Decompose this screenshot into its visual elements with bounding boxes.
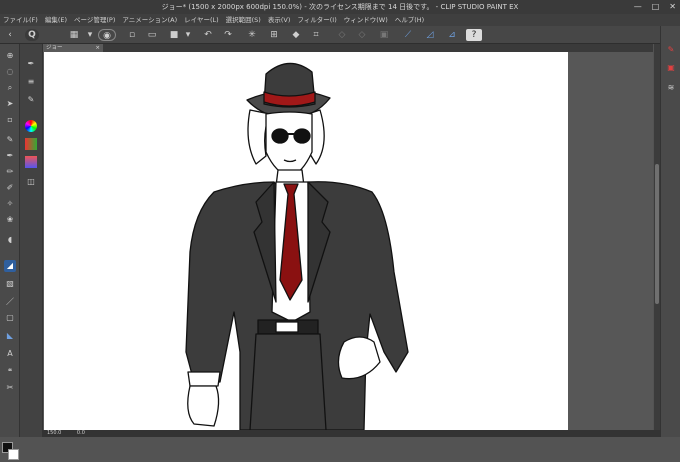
fill-bucket-icon[interactable]: ◢: [4, 260, 16, 272]
spinner-icon[interactable]: ✳: [246, 29, 258, 41]
left-hand: [187, 385, 220, 427]
eyedropper-icon[interactable]: ✎: [4, 134, 16, 146]
tool-palette: ⊕ ◌ ⌕ ➤ ▫ ✎ ✒ ✏ ✐ ✧ ❀ ◖ ◢ ▧ ／ ▢ ◣ A ❝ ✂: [0, 44, 20, 460]
status-bar: 150.0 0.0: [43, 430, 660, 437]
layers-icon[interactable]: ≋: [665, 82, 677, 94]
color-set-icon[interactable]: [25, 156, 37, 168]
brush-size-icon[interactable]: ✎: [665, 44, 677, 56]
disabled-tool-icon: ◇: [338, 30, 346, 40]
move-icon[interactable]: ➤: [4, 98, 16, 110]
close-button[interactable]: ✕: [669, 0, 676, 14]
artwork: [185, 62, 409, 430]
pen-icon[interactable]: ✒: [4, 150, 16, 162]
airbrush-icon[interactable]: ✧: [4, 198, 16, 210]
magnifier-icon[interactable]: ⌕: [4, 82, 16, 94]
balloon-icon[interactable]: ❝: [4, 366, 16, 378]
select-rect-icon[interactable]: ▫: [4, 114, 16, 126]
belt-buckle: [275, 321, 299, 333]
menu-filter[interactable]: フィルター(I): [297, 14, 336, 26]
pen-nib-icon[interactable]: ✒: [25, 58, 37, 70]
menu-window[interactable]: ウィンドウ(W): [344, 14, 388, 26]
brush-icon[interactable]: ✐: [4, 182, 16, 194]
left-cuff: [187, 371, 221, 387]
lens-right: [293, 128, 311, 144]
chevron-left-icon[interactable]: ‹: [4, 29, 16, 41]
figure-icon[interactable]: ／: [4, 296, 16, 308]
window-title: ジョー* (1500 x 2000px 600dpi 150.0%) - 次のラ…: [161, 3, 519, 11]
sub-tool-strip: ✒ ≡ ✎ ◫: [20, 44, 43, 437]
redo-icon[interactable]: ↷: [222, 29, 234, 41]
pants: [249, 333, 327, 430]
eye-icon[interactable]: ◉: [98, 29, 116, 41]
scroll-thumb[interactable]: [655, 164, 659, 304]
transform-icon[interactable]: ⊞: [268, 29, 280, 41]
snap-icon[interactable]: ⊿: [446, 29, 458, 41]
pencil-icon[interactable]: ✏: [4, 166, 16, 178]
chevron-down-icon[interactable]: ▾: [84, 29, 96, 41]
menu-view[interactable]: 表示(V): [268, 14, 291, 26]
color-swatches[interactable]: [2, 442, 20, 462]
menu-selection[interactable]: 選択範囲(S): [226, 14, 261, 26]
clip-studio-logo-icon[interactable]: Q: [25, 29, 39, 41]
new-file-icon[interactable]: ▫: [126, 29, 138, 41]
new-canvas-icon[interactable]: ▦: [68, 29, 80, 41]
ruler-tool-icon[interactable]: ◣: [4, 330, 16, 342]
undo-icon[interactable]: ↶: [202, 29, 214, 41]
minimize-button[interactable]: —: [634, 0, 642, 14]
right-panel-strip: ✎ ▣ ≋: [660, 26, 680, 437]
disabled-tool-icon: ◇: [358, 30, 366, 40]
face: [265, 111, 313, 177]
lasso-icon[interactable]: ◌: [4, 66, 16, 78]
frame-icon[interactable]: ▢: [4, 312, 16, 324]
tool-property-icon[interactable]: ▣: [665, 62, 677, 74]
canvas-paper[interactable]: [44, 52, 568, 430]
color-slider-icon[interactable]: [25, 138, 37, 150]
menu-page[interactable]: ページ管理(P): [74, 14, 115, 26]
decoration-icon[interactable]: ❀: [4, 214, 16, 226]
right-hand: [337, 336, 381, 380]
perspective-icon[interactable]: ◿: [424, 29, 436, 41]
open-folder-icon[interactable]: ▭: [146, 29, 158, 41]
eraser-icon[interactable]: ◆: [290, 29, 302, 41]
menu-edit[interactable]: 編集(E): [45, 14, 67, 26]
close-tab-icon[interactable]: ×: [95, 44, 100, 52]
title-bar: ジョー* (1500 x 2000px 600dpi 150.0%) - 次のラ…: [0, 0, 680, 14]
chevron-down-icon[interactable]: ▾: [182, 29, 194, 41]
maximize-button[interactable]: □: [652, 0, 660, 14]
menu-animation[interactable]: アニメーション(A): [122, 14, 177, 26]
tab-canvas[interactable]: ジョー ×: [43, 44, 103, 52]
correction-icon[interactable]: ✂: [4, 382, 16, 394]
canvas-tab-bar: ジョー ×: [43, 44, 653, 52]
disabled-tool-icon: ▣: [379, 30, 389, 40]
color-swatch-icon[interactable]: ■: [168, 29, 180, 41]
gradient-icon[interactable]: ▧: [4, 278, 16, 290]
sub-view-icon[interactable]: ◫: [25, 176, 37, 188]
tab-label: ジョー: [46, 45, 63, 51]
crop-icon[interactable]: ⌗: [310, 29, 322, 41]
command-bar: ‹ Q ▦ ▾ ◉ ▫ ▭ ■ ▾ ↶ ↷ ✳ ⊞ ◆ ⌗ ◇ ◇ ▣ ⟋ ◿ …: [0, 26, 680, 44]
zoom-icon[interactable]: ⊕: [4, 50, 16, 62]
menu-file[interactable]: ファイル(F): [3, 14, 38, 26]
layers-small-icon[interactable]: ≡: [25, 76, 37, 88]
menu-bar: ファイル(F) 編集(E) ページ管理(P) アニメーション(A) レイヤー(L…: [0, 14, 680, 26]
ruler-icon[interactable]: ⟋: [402, 29, 414, 41]
background-color[interactable]: [8, 449, 19, 460]
text-icon[interactable]: A: [4, 348, 16, 360]
help-icon[interactable]: ?: [466, 29, 482, 41]
dropper-icon[interactable]: ✎: [25, 94, 37, 106]
menu-help[interactable]: ヘルプ(H): [395, 14, 424, 26]
menu-layer[interactable]: レイヤー(L): [184, 14, 219, 26]
rotation-value[interactable]: 0.0: [77, 430, 85, 436]
blend-icon[interactable]: ◖: [4, 234, 16, 246]
zoom-value[interactable]: 150.0: [47, 430, 61, 436]
lens-left: [271, 128, 289, 144]
color-wheel-icon[interactable]: [25, 120, 37, 132]
